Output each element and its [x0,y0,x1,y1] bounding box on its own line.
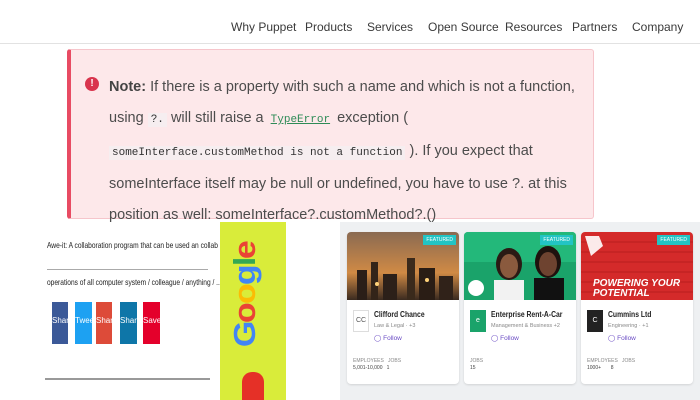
note-label: Note: [109,79,147,95]
google-letter: Google [228,242,263,347]
plus-icon: ◯ [608,335,618,342]
company-stats: JOBS 15 [470,358,484,371]
divider [47,269,208,270]
nav-services[interactable]: Services [367,20,413,34]
cummins-tagline: POWERING YOUR POTENTIAL [593,278,681,299]
google-letter: G [227,322,263,348]
exclamation-icon: ! [85,77,99,91]
typeerror-link[interactable]: TypeError [268,113,333,127]
red-pin-shape [242,372,264,400]
follow-button[interactable]: ◯ Follow [608,334,636,342]
company-stats: EMPLOYEES JOBS 5,001-10,000 1 [353,358,402,371]
company-sector: Engineering · +1 [608,323,649,329]
company-card[interactable]: FEATURED e Enterprise Rent-A-Car Managem… [464,232,576,384]
company-name[interactable]: Clifford Chance [374,310,425,319]
ad-share-widget[interactable]: Awe-it: A collaboration program that can… [45,222,271,380]
nav-products[interactable]: Products [305,20,352,34]
ad-line-2: operations of all computer system / coll… [47,277,222,287]
company-cards-panel: FEATURED CC Clifford Chance Law & Legal … [340,222,700,400]
note-callout: ! Note: If there is a property with such… [67,49,594,223]
linkedin-share-button[interactable]: Share [120,302,141,344]
plus-icon: ◯ [491,335,501,342]
google-share-button[interactable]: Share [96,302,117,344]
company-stats: EMPLOYEES JOBS 1000+ 8 [587,358,636,371]
inline-code-error-message: someInterface.customMethod is not a func… [109,146,406,160]
featured-badge: FEATURED [423,235,456,245]
nav-partners[interactable]: Partners [572,20,617,34]
google-letter: o [227,285,263,304]
note-text: Note: If there is a property with such a… [109,79,575,223]
company-name[interactable]: Enterprise Rent-A-Car [491,310,562,319]
plus-icon: ◯ [374,335,384,342]
pinterest-save-button[interactable]: Save [143,302,161,344]
facebook-share-button[interactable]: Share [52,302,73,344]
company-logo: CC [353,310,369,332]
follow-button[interactable]: ◯ Follow [374,334,402,342]
nav-open-source[interactable]: Open Source [428,20,499,34]
company-card[interactable]: FEATURED CC Clifford Chance Law & Legal … [347,232,459,384]
google-letter: e [227,242,263,259]
top-navigation: Why Puppet Products Services Open Source… [0,0,700,44]
google-letter: o [227,303,263,323]
twitter-share-button[interactable]: Tweet [75,302,96,344]
google-logo: Google [228,242,263,347]
follow-button[interactable]: ◯ Follow [491,334,519,342]
google-ad-banner[interactable]: Google [220,222,286,400]
company-name[interactable]: Cummins Ltd [608,310,651,319]
featured-badge: FEATURED [540,235,573,245]
nav-company[interactable]: Company [632,20,683,34]
company-logo: e [470,310,486,332]
company-sector: Management & Business +2 [491,323,560,329]
nav-resources[interactable]: Resources [505,20,562,34]
featured-badge: FEATURED [657,235,690,245]
nav-why-puppet[interactable]: Why Puppet [231,20,296,34]
company-sector: Law & Legal · +3 [374,323,416,329]
company-card[interactable]: POWERING YOUR POTENTIAL FEATURED C Cummi… [581,232,693,384]
company-logo: C [587,310,603,332]
google-letter: g [227,266,263,286]
inline-code-optional-chaining: ?. [147,113,167,127]
google-letter: l [227,258,263,267]
